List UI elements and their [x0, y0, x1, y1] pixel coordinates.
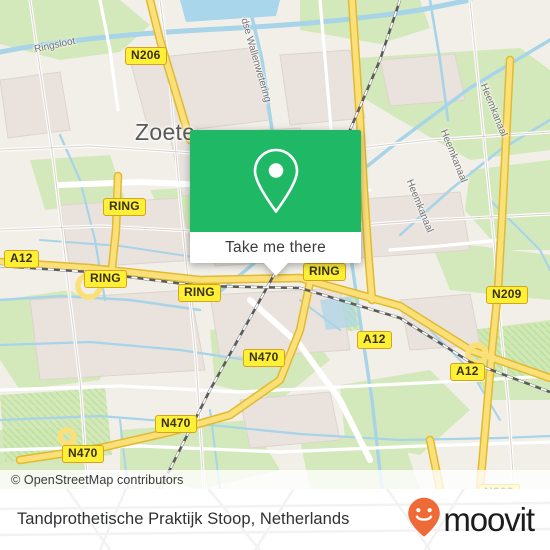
take-me-there-label: Take me there [225, 238, 326, 256]
place-title: Tandprothetische Praktijk Stoop, Netherl… [17, 510, 350, 528]
map-screen: Ringsloot dse Wallenwetering Heemkanaal … [0, 0, 550, 550]
road-shield-a12: A12 [4, 250, 39, 268]
road-shield-n209: N209 [486, 286, 528, 304]
city-label-zoetermeer: Zoete [135, 119, 196, 145]
moovit-wordmark: moovit [443, 501, 535, 538]
road-shield-ring: RING [303, 263, 346, 281]
road-shield-n206: N206 [125, 47, 167, 65]
moovit-logo[interactable]: moovit [407, 497, 535, 542]
take-me-there-card[interactable]: Take me there [190, 130, 361, 276]
road-shield-a12: A12 [357, 331, 392, 349]
road-shield-ring: RING [178, 284, 221, 302]
road-shield-ring: RING [84, 270, 127, 288]
road-shield-ring: RING [103, 198, 146, 216]
card-pointer-tail [263, 263, 288, 276]
road-shield-n470: N470 [62, 445, 104, 463]
road-shield-n470: N470 [155, 415, 197, 433]
osm-attribution-text: © OpenStreetMap contributors [11, 472, 184, 487]
road-shield-a12: A12 [450, 363, 485, 381]
road-shield-n470: N470 [243, 349, 285, 367]
osm-attribution: © OpenStreetMap contributors [0, 470, 550, 489]
map-pin-icon [249, 146, 303, 216]
card-header [190, 130, 361, 232]
moovit-pin-icon [407, 497, 441, 542]
footer-bar: Tandprothetische Praktijk Stoop, Netherl… [0, 489, 550, 550]
card-footer[interactable]: Take me there [190, 232, 361, 276]
